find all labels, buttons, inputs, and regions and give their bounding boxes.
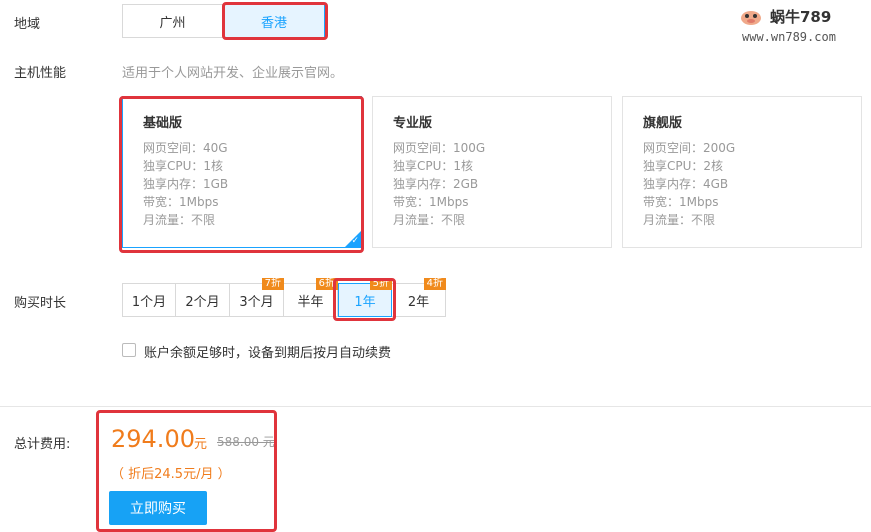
discount-badge: 4折	[423, 278, 446, 290]
plan-spec: 独享CPU：1核	[393, 159, 474, 173]
plan-card-flagship[interactable]: 旗舰版 网页空间：200G 独享CPU：2核 独享内存：4GB 带宽：1Mbps…	[622, 96, 862, 248]
plan-spec: 独享内存：2GB	[393, 177, 479, 191]
plan-spec: 月流量：不限	[143, 213, 216, 227]
discount-badge: 5折	[369, 278, 392, 290]
duration-option-label: 1个月	[131, 294, 167, 310]
watermark-url: www.wn789.com	[742, 30, 836, 44]
auto-renew-label: 账户余额足够时，设备到期后按月自动续费	[144, 346, 392, 361]
duration-label: 购买时长	[14, 296, 67, 311]
duration-option-1-year[interactable]: 1年 5折	[338, 278, 392, 317]
total-label: 总计费用:	[14, 437, 71, 452]
performance-label: 主机性能	[14, 66, 67, 81]
plan-spec: 网页空间：200G	[643, 141, 736, 155]
duration-option-label: 2年	[407, 294, 430, 310]
duration-option-2-years[interactable]: 2年 4折	[392, 278, 446, 317]
plan-card-pro[interactable]: 专业版 网页空间：100G 独享CPU：1核 独享内存：2GB 带宽：1Mbps…	[372, 96, 612, 248]
discount-badge: 7折	[261, 278, 284, 290]
plan-spec: 带宽：1Mbps	[643, 195, 719, 209]
total-price: 294.00	[111, 425, 195, 453]
plan-spec: 带宽：1Mbps	[393, 195, 469, 209]
plan-spec: 独享内存：4GB	[643, 177, 729, 191]
per-month-price: （ 折后24.5元/月 ）	[111, 467, 231, 482]
duration-option-2-months[interactable]: 2个月	[176, 283, 230, 317]
snail-logo-icon	[741, 11, 761, 25]
duration-option-label: 1年	[354, 294, 376, 310]
watermark-title: 蜗牛789	[770, 8, 832, 26]
plan-spec: 网页空间：40G	[143, 141, 228, 155]
plan-card-basic[interactable]: 基础版 网页空间：40G 独享CPU：1核 独享内存：1GB 带宽：1Mbps …	[122, 96, 362, 248]
plan-spec: 网页空间：100G	[393, 141, 486, 155]
duration-option-half-year[interactable]: 半年 6折	[284, 278, 338, 317]
region-option-guangzhou[interactable]: 广州	[122, 4, 223, 38]
discount-badge: 6折	[315, 278, 338, 290]
plan-spec: 月流量：不限	[643, 213, 716, 227]
plan-spec: 带宽：1Mbps	[143, 195, 219, 209]
plan-name: 专业版	[393, 116, 433, 131]
checkmark-icon: ✓	[351, 236, 359, 246]
price-unit: 元	[194, 437, 208, 452]
region-option-hongkong[interactable]: 香港	[223, 4, 325, 38]
plan-spec: 独享CPU：2核	[643, 159, 724, 173]
plan-spec: 独享内存：1GB	[143, 177, 229, 191]
performance-description: 适用于个人网站开发、企业展示官网。	[122, 66, 344, 81]
auto-renew-checkbox[interactable]	[122, 343, 136, 357]
duration-option-1-month[interactable]: 1个月	[122, 283, 176, 317]
plan-spec: 独享CPU：1核	[143, 159, 224, 173]
duration-option-label: 2个月	[185, 294, 220, 310]
plan-name: 基础版	[143, 116, 183, 131]
duration-option-3-months[interactable]: 3个月 7折	[230, 278, 284, 317]
duration-option-label: 半年	[297, 294, 324, 310]
buy-now-button[interactable]: 立即购买	[109, 491, 207, 525]
section-divider	[0, 406, 871, 407]
plan-name: 旗舰版	[643, 116, 683, 131]
duration-option-label: 3个月	[239, 294, 274, 310]
plan-spec: 月流量：不限	[393, 213, 466, 227]
original-price: 588.00 元	[217, 435, 275, 449]
region-label: 地域	[14, 17, 41, 32]
